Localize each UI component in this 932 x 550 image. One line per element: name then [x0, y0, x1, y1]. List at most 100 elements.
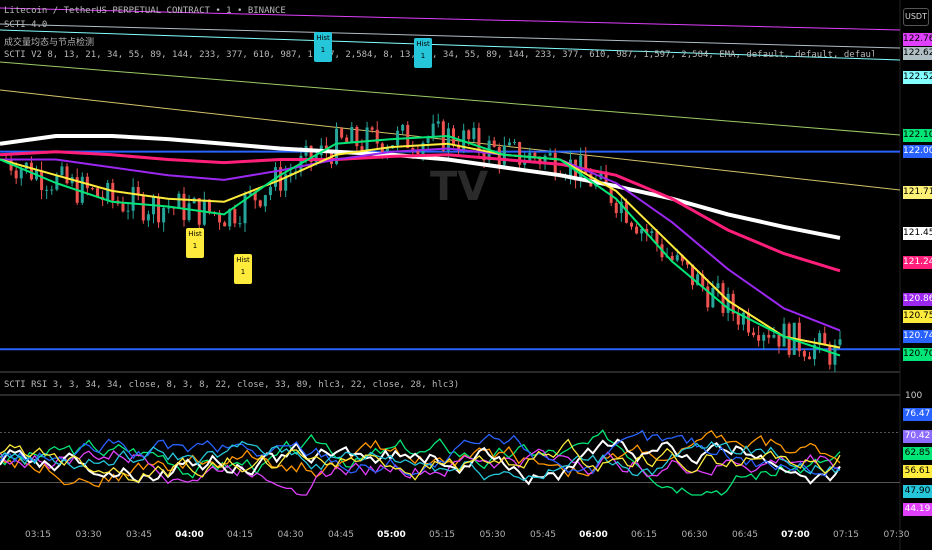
price-axis-tag: 121.24	[903, 256, 932, 269]
candle-body	[752, 332, 756, 336]
candle-body	[350, 126, 354, 143]
candle-body	[507, 142, 511, 146]
time-axis-label: 03:30	[75, 530, 102, 540]
candle-body	[167, 207, 171, 209]
candle-body	[19, 169, 23, 179]
candle-body	[757, 335, 761, 341]
candle-body	[177, 193, 181, 208]
long-ema-line	[0, 23, 901, 49]
currency-button[interactable]: USDT	[903, 8, 929, 26]
candle-body	[50, 189, 54, 191]
hist-marker[interactable]: Hist 1	[414, 38, 432, 68]
time-axis-label: 06:15	[631, 530, 657, 540]
hist-marker[interactable]: Hist 1	[314, 32, 332, 62]
candle-body	[29, 162, 33, 180]
long-ema-line	[0, 61, 901, 136]
oscillator-value-tag: 44.19	[903, 503, 932, 516]
price-axis-tag: 120.75	[903, 310, 932, 323]
time-axis-label: 03:45	[126, 530, 152, 540]
candle-body	[238, 223, 242, 225]
candle-body	[823, 333, 827, 345]
candle-body	[436, 121, 440, 124]
candle-body	[838, 339, 842, 345]
candle-body	[345, 137, 349, 143]
candle-body	[223, 222, 227, 227]
price-axis-tag: 122.76	[903, 33, 932, 46]
time-axis-label: 06:00	[579, 530, 608, 540]
candle-body	[126, 210, 130, 212]
candle-body	[614, 202, 618, 214]
candle-body	[426, 137, 430, 143]
candle-body	[340, 128, 344, 138]
candle-body	[65, 166, 69, 184]
oscillator-value-tag: 70.42	[903, 430, 932, 443]
candle-body	[375, 129, 379, 144]
price-axis-tag: 122.62	[903, 47, 932, 60]
indicator-volume-label: 成交量均态与节点检测	[4, 38, 95, 48]
candle-body	[772, 334, 776, 338]
candle-body	[548, 152, 552, 156]
candle-body	[406, 124, 410, 148]
hist-marker[interactable]: Hist 1	[234, 254, 252, 284]
candle-body	[762, 334, 766, 341]
candle-body	[40, 170, 44, 191]
candle-body	[630, 222, 633, 227]
oscillator-label: SCTI RSI 3, 3, 34, 34, close, 8, 3, 8, 2…	[4, 380, 460, 390]
oscillator-value-tag: 56.61	[903, 465, 932, 478]
candle-body	[85, 176, 89, 189]
candle-body	[807, 356, 811, 360]
ema-line	[0, 142, 841, 349]
time-axis-label: 04:45	[328, 530, 354, 540]
symbol-title: Litecoin / TetherUS PERPETUAL CONTRACT •…	[4, 6, 286, 16]
candle-body	[80, 176, 84, 203]
candle-body	[355, 126, 359, 147]
candle-body	[131, 187, 135, 211]
candle-body	[263, 195, 267, 207]
candle-body	[121, 203, 125, 212]
time-axis-label: 04:30	[277, 530, 304, 540]
candle-body	[233, 209, 237, 224]
candle-body	[162, 207, 166, 223]
time-axis-label: 05:45	[530, 530, 556, 540]
time-axis-label: 03:15	[25, 530, 51, 540]
price-axis-tag: 121.45	[903, 227, 932, 240]
candle-body	[365, 127, 369, 152]
candle-body	[497, 146, 501, 165]
candle-body	[716, 283, 720, 289]
oscillator-value-tag: 47.90	[903, 485, 932, 498]
candle-body	[777, 334, 781, 347]
candle-body	[467, 130, 471, 140]
candle-body	[268, 186, 272, 196]
time-axis-label: 04:00	[175, 530, 204, 540]
candle-body	[802, 351, 806, 357]
time-axis-label: 06:30	[681, 530, 708, 540]
time-axis-label: 06:45	[732, 530, 758, 540]
price-axis-tag: 120.70	[903, 348, 932, 361]
candle-body	[146, 214, 150, 221]
candle-body	[828, 344, 832, 365]
time-axis-label: 05:00	[377, 530, 406, 540]
time-axis-label: 07:15	[833, 530, 859, 540]
price-axis-tag: 121.71	[903, 186, 932, 199]
candle-body	[416, 150, 420, 155]
candle-body	[472, 127, 476, 140]
candle-body	[141, 195, 145, 221]
candle-body	[14, 170, 18, 179]
candle-body	[736, 313, 740, 325]
time-axis-label: 07:00	[781, 530, 810, 540]
price-axis-tag: 122.52	[903, 71, 932, 84]
hist-marker[interactable]: Hist 1	[186, 228, 204, 258]
watermark-logo: TV	[430, 164, 488, 210]
oscillator-value-tag: 62.85	[903, 447, 932, 460]
candle-body	[446, 128, 450, 151]
chart-canvas[interactable]: TV	[0, 0, 932, 550]
candle-body	[157, 196, 161, 223]
candle-body	[60, 166, 64, 176]
oscillator-max-tick: 100	[905, 391, 923, 401]
candle-body	[182, 193, 186, 221]
candle-body	[492, 140, 496, 147]
candle-body	[45, 189, 49, 191]
indicator-scti-label: SCTI 4.0	[4, 20, 48, 30]
price-axis-tag: 122.10	[903, 129, 932, 142]
candle-body	[370, 127, 374, 130]
